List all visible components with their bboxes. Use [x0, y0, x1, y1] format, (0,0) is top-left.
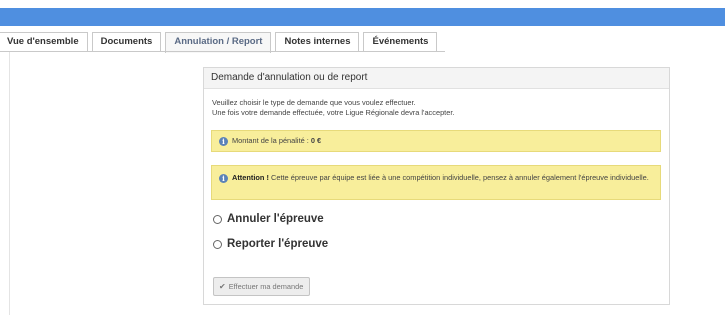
left-divider: [9, 52, 10, 315]
submit-label: Effectuer ma demande: [228, 282, 304, 291]
radio-button[interactable]: [213, 239, 222, 249]
panel-title: Demande d'annulation ou de report: [204, 68, 669, 89]
tab-bar-divider: [0, 51, 445, 52]
tab-internal-notes[interactable]: Notes internes: [275, 32, 360, 52]
attention-title: Attention !: [232, 173, 269, 182]
penalty-amount: 0 €: [310, 136, 322, 145]
attention-text: Cette épreuve par équipe est liée à une …: [268, 173, 649, 182]
tab-documents[interactable]: Documents: [91, 32, 162, 52]
instructions-line-2: Une fois votre demande effectuée, votre …: [212, 108, 455, 117]
instructions: Veuillez choisir le type de demande que …: [212, 98, 669, 118]
radio-button[interactable]: [213, 214, 222, 224]
submit-request-button[interactable]: ✔ Effectuer ma demande: [213, 277, 311, 296]
instructions-line-1: Veuillez choisir le type de demande que …: [212, 98, 416, 107]
radio-postpone-event[interactable]: Reporter l'épreuve: [213, 238, 328, 250]
radio-label-cancel[interactable]: Annuler l'épreuve: [227, 213, 324, 225]
info-icon: i: [219, 136, 228, 146]
tab-overview[interactable]: Vue d'ensemble: [0, 32, 88, 52]
tab-events[interactable]: Événements: [363, 32, 438, 52]
tab-bar: Vue d'ensemble Documents Annulation / Re…: [0, 32, 441, 53]
top-banner: [0, 8, 725, 26]
attention-alert: i Attention ! Cette épreuve par équipe es…: [211, 165, 661, 200]
tab-cancellation-postponement[interactable]: Annulation / Report: [165, 32, 272, 53]
radio-label-postpone[interactable]: Reporter l'épreuve: [227, 238, 328, 250]
page: Vue d'ensemble Documents Annulation / Re…: [0, 0, 725, 315]
request-panel: Demande d'annulation ou de report Veuill…: [203, 67, 670, 305]
attention-message: Attention ! Cette épreuve par équipe est…: [232, 173, 652, 183]
info-icon: i: [219, 174, 228, 183]
penalty-alert: i Montant de la pénalité : 0 €: [211, 130, 661, 152]
check-icon: ✔: [219, 282, 226, 291]
penalty-label: Montant de la pénalité :: [232, 136, 311, 145]
radio-cancel-event[interactable]: Annuler l'épreuve: [213, 213, 324, 225]
